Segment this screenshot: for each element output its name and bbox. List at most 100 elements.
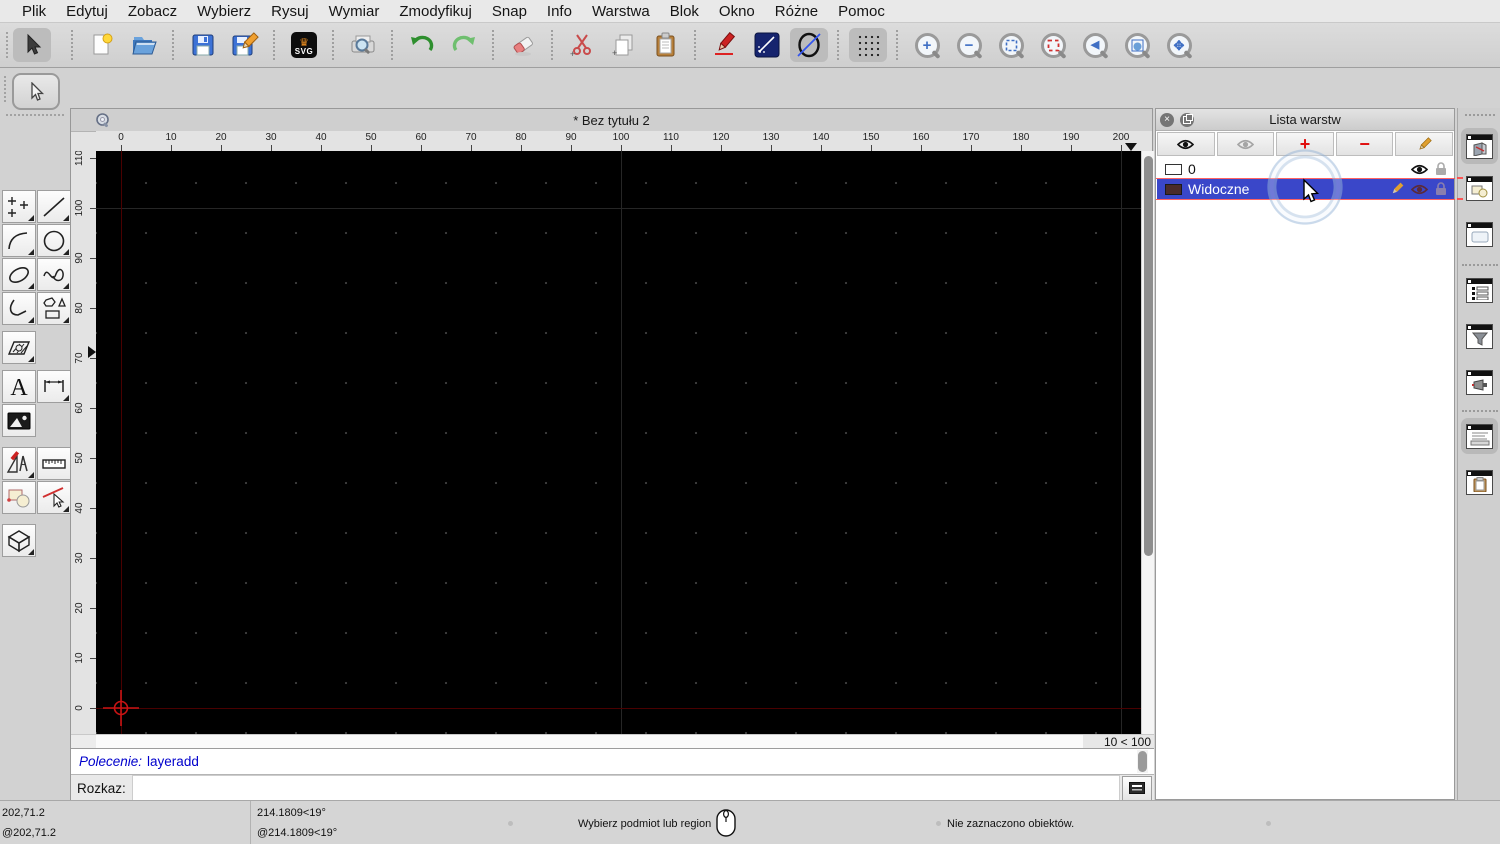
dock-filter-button[interactable] [1461, 318, 1498, 354]
show-all-layers-button[interactable] [1157, 132, 1215, 156]
menu-item-zobacz[interactable]: Zobacz [118, 3, 187, 20]
layer-row-0[interactable]: 0 [1157, 159, 1454, 179]
hatch-tool[interactable] [2, 331, 36, 364]
dock-entity-list-button[interactable] [1461, 272, 1498, 308]
history-scrollbar[interactable] [1137, 750, 1148, 773]
horizontal-scrollbar[interactable] [71, 734, 1083, 748]
grid-major-line [1121, 151, 1122, 734]
line-tool[interactable] [37, 190, 71, 223]
redo-button[interactable] [445, 28, 483, 62]
hide-all-layers-button[interactable] [1216, 132, 1275, 156]
palette-select-button[interactable] [12, 73, 60, 110]
pick-delete-tool[interactable] [37, 481, 71, 514]
dock-clipboard-button[interactable] [1461, 464, 1498, 500]
toolbar-handle[interactable] [6, 32, 9, 58]
zoom-window-button[interactable] [1118, 28, 1156, 62]
layer-lock-icon[interactable] [1435, 162, 1447, 176]
edit-layer-button[interactable] [1395, 132, 1453, 156]
dock-handle[interactable] [1465, 114, 1495, 116]
zoom-auto-button[interactable] [992, 28, 1030, 62]
palette-handle[interactable] [4, 76, 7, 102]
ellipse-tool[interactable] [2, 258, 36, 291]
document-titlebar[interactable]: * Bez tytułu 2 [71, 109, 1152, 132]
detach-icon[interactable] [1180, 113, 1194, 127]
dimension-tool[interactable] [37, 370, 71, 403]
menu-item-edytuj[interactable]: Edytuj [56, 3, 118, 20]
line-tool-button[interactable] [748, 28, 786, 62]
layer-row-widoczne[interactable]: Widoczne [1157, 179, 1454, 199]
zoom-out-button[interactable]: − [950, 28, 988, 62]
points-tool[interactable] [2, 190, 36, 223]
dock-block-list-button[interactable] [1461, 170, 1498, 206]
polygon-tool[interactable] [37, 292, 71, 325]
remove-layer-button[interactable]: − [1335, 132, 1394, 156]
undo-button[interactable] [403, 28, 441, 62]
open-file-button[interactable] [125, 28, 163, 62]
save-button[interactable] [184, 28, 222, 62]
history-scrollbar-thumb[interactable] [1138, 751, 1147, 772]
menu-item-okno[interactable]: Okno [709, 3, 765, 20]
grid-major-line [621, 151, 622, 734]
menu-item-info[interactable]: Info [537, 3, 582, 20]
image-tool[interactable] [2, 404, 36, 437]
select-shapes-icon [7, 489, 30, 507]
h-ruler: 0 10 20 30 40 50 60 70 80 90 100 110 120 130 140 150 160… [96, 131, 1152, 151]
layer-lock-icon[interactable] [1435, 182, 1447, 196]
absolute-polar: 214.1809<19° [257, 807, 326, 819]
dock-pen-palette-button[interactable] [1461, 364, 1498, 400]
layer-edit-icon[interactable] [1390, 182, 1404, 196]
keyboard-toggle-button[interactable] [1122, 775, 1152, 801]
grid-major-line [96, 208, 1141, 209]
zoom-back-button[interactable]: ◀ [1076, 28, 1114, 62]
modify-tool[interactable] [2, 447, 36, 480]
drawing-canvas[interactable] [96, 151, 1141, 734]
menu-item-wybierz[interactable]: Wybierz [187, 3, 261, 20]
measure-tool[interactable] [37, 447, 71, 480]
menu-item-różne[interactable]: Różne [765, 3, 828, 20]
svg-export-button[interactable]: ♛ SVG [285, 28, 323, 62]
vertical-scrollbar-thumb[interactable] [1144, 156, 1153, 556]
save-icon [192, 34, 214, 56]
arc-tool[interactable] [2, 224, 36, 257]
circle-tool[interactable] [37, 224, 71, 257]
text-tool[interactable]: A [2, 370, 36, 403]
palette-handle[interactable] [6, 114, 64, 116]
layer-color-swatch[interactable] [1165, 163, 1182, 175]
layer-visibility-icon[interactable] [1411, 184, 1428, 195]
save-as-button[interactable] [226, 28, 264, 62]
select-tool-button[interactable] [13, 28, 51, 62]
zoom-previous-button[interactable] [1034, 28, 1072, 62]
menu-item-rysuj[interactable]: Rysuj [261, 3, 319, 20]
menu-item-pomoc[interactable]: Pomoc [828, 3, 895, 20]
menu-item-plik[interactable]: Plik [12, 3, 56, 20]
menu-item-zmodyfikuj[interactable]: Zmodyfikuj [389, 3, 482, 20]
3d-box-tool[interactable] [2, 524, 36, 557]
copy-button[interactable]: + [605, 28, 643, 62]
delete-button[interactable] [504, 28, 542, 62]
zoom-pan-button[interactable]: ✥ [1160, 28, 1198, 62]
zoom-in-button[interactable]: + [908, 28, 946, 62]
paste-button[interactable] [647, 28, 685, 62]
close-icon[interactable]: × [1160, 113, 1174, 127]
menu-item-warstwa[interactable]: Warstwa [582, 3, 660, 20]
cut-button[interactable]: + [563, 28, 601, 62]
print-preview-button[interactable] [344, 28, 382, 62]
vertical-scrollbar[interactable] [1141, 151, 1154, 734]
menu-item-blok[interactable]: Blok [660, 3, 709, 20]
isometric-circle-button[interactable] [790, 28, 828, 62]
pen-edit-button[interactable] [706, 28, 744, 62]
layer-color-swatch[interactable] [1165, 183, 1182, 195]
spline-tool[interactable] [37, 258, 71, 291]
select-entities-tool[interactable] [2, 481, 36, 514]
dock-command-button[interactable] [1461, 418, 1498, 454]
command-input[interactable] [131, 774, 1120, 802]
layer-visibility-icon[interactable] [1411, 164, 1428, 175]
new-file-button[interactable] [83, 28, 121, 62]
add-layer-button[interactable]: + [1276, 132, 1334, 156]
polyline-tool[interactable] [2, 292, 36, 325]
grid-toggle-button[interactable] [849, 28, 887, 62]
dock-layer-list-button[interactable] [1461, 128, 1498, 164]
menu-item-wymiar[interactable]: Wymiar [319, 3, 390, 20]
dock-library-button[interactable] [1461, 216, 1498, 252]
menu-item-snap[interactable]: Snap [482, 3, 537, 20]
